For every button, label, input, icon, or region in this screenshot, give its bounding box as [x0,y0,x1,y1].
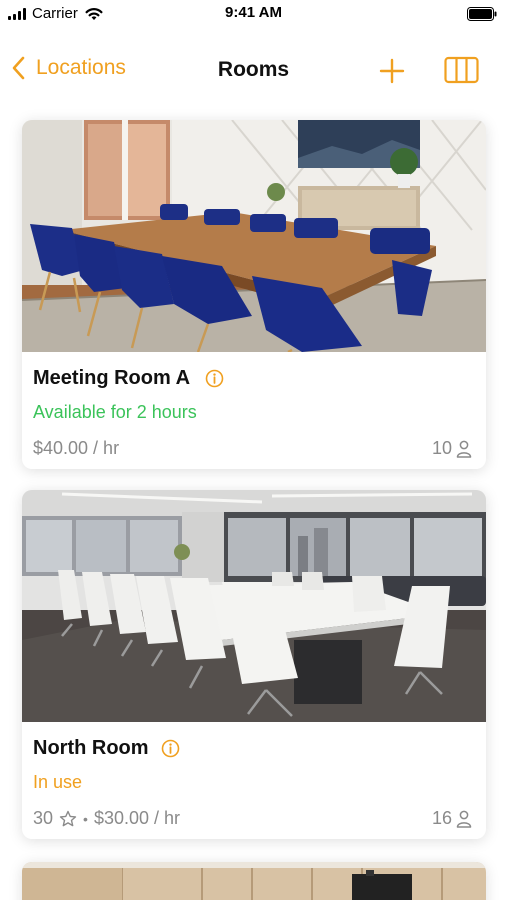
room-status: In use [33,772,83,792]
page-title: Rooms [217,58,290,81]
room-meta: $40.00 / hr [33,438,119,459]
room-name: Meeting Room A [33,367,191,389]
room-card[interactable]: North Room In use 30 • $30.00 / hr 16 [22,490,486,839]
capacity-value: 16 [431,808,452,828]
room-meta: 30 • $30.00 / hr [33,808,180,829]
person-icon [456,810,472,828]
columns-icon[interactable] [444,56,479,84]
room-card[interactable]: Meeting Room A Available for 2 hours $40… [22,120,486,469]
room-photo [22,120,486,352]
navigation-bar: Locations Rooms [0,50,507,94]
room-card-body: North Room In use 30 • $30.00 / hr 16 [22,722,486,839]
room-card-body: Meeting Room A Available for 2 hours $40… [22,352,486,469]
info-icon[interactable] [161,739,180,758]
info-icon[interactable] [205,369,224,388]
room-photo [22,490,486,722]
room-card[interactable] [22,862,486,900]
person-icon [456,440,472,458]
room-status: Available for 2 hours [33,402,197,422]
room-name: North Room [33,737,149,759]
star-icon [59,810,77,826]
separator-dot: • [83,810,88,827]
room-capacity: 16 [432,808,472,829]
room-price: $30.00 / hr [93,808,180,828]
room-capacity: 10 [432,438,472,459]
status-bar: Carrier 9:41 AM [0,0,507,28]
battery-icon [467,7,497,21]
room-photo [22,862,486,900]
room-rating: 30 [33,808,54,828]
capacity-value: 10 [431,438,452,458]
plus-icon[interactable] [378,57,406,85]
status-time: 9:41 AM [225,4,282,21]
room-price: $40.00 / hr [33,438,120,458]
